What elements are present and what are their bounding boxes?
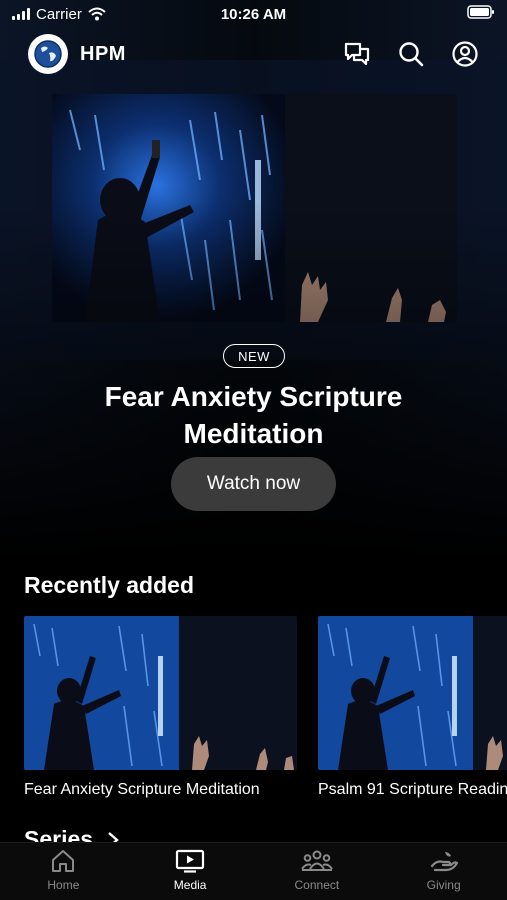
people-icon xyxy=(301,850,333,871)
media-card[interactable]: Fear Anxiety Scripture Meditation xyxy=(24,616,297,799)
chat-bubbles-icon xyxy=(344,42,370,66)
media-thumbnail[interactable] xyxy=(318,616,507,770)
bottom-tab-bar: Home Media Connect Giving xyxy=(0,842,507,900)
header-actions xyxy=(341,38,481,70)
carrier-label: Carrier xyxy=(36,5,82,23)
media-thumbnail[interactable] xyxy=(24,616,297,770)
profile-button[interactable] xyxy=(449,38,481,70)
hero-title-line1: Fear Anxiety Scripture xyxy=(104,381,403,412)
hero-title-line2: Meditation xyxy=(183,418,324,449)
hero-title: Fear Anxiety Scripture Meditation xyxy=(40,378,467,452)
tab-connect[interactable]: Connect xyxy=(254,843,381,900)
media-icon xyxy=(176,849,205,873)
giving-hand-icon xyxy=(430,852,458,872)
search-icon xyxy=(399,42,424,67)
wifi-icon xyxy=(88,7,106,21)
tab-media[interactable]: Media xyxy=(127,843,254,900)
watch-now-button[interactable]: Watch now xyxy=(171,457,336,511)
signal-icon xyxy=(12,8,30,20)
status-bar: Carrier 10:26 AM xyxy=(0,0,507,28)
recently-added-title: Recently added xyxy=(24,572,194,598)
messages-button[interactable] xyxy=(341,38,373,70)
tab-home-label: Home xyxy=(47,878,80,892)
app-header: HPM xyxy=(0,32,507,76)
tab-giving-label: Giving xyxy=(426,878,461,892)
app-name: HPM xyxy=(80,42,126,65)
app-logo[interactable] xyxy=(28,34,68,74)
media-card[interactable]: Psalm 91 Scripture Reading xyxy=(318,616,507,799)
user-circle-icon xyxy=(452,41,478,67)
status-left: Carrier xyxy=(12,6,106,23)
tab-home[interactable]: Home xyxy=(0,843,127,900)
recently-added-carousel[interactable]: Fear Anxiety Scripture Meditation Psalm … xyxy=(24,616,507,806)
globe-logo-icon xyxy=(34,40,62,68)
media-card-title: Psalm 91 Scripture Reading xyxy=(318,781,507,798)
new-badge: NEW xyxy=(223,344,285,368)
media-card-title: Fear Anxiety Scripture Meditation xyxy=(24,781,260,798)
tab-media-label: Media xyxy=(173,878,207,892)
tab-giving[interactable]: Giving xyxy=(380,843,507,900)
search-button[interactable] xyxy=(395,38,427,70)
home-icon xyxy=(52,850,75,872)
battery-icon xyxy=(467,5,495,23)
tab-connect-label: Connect xyxy=(294,878,340,892)
